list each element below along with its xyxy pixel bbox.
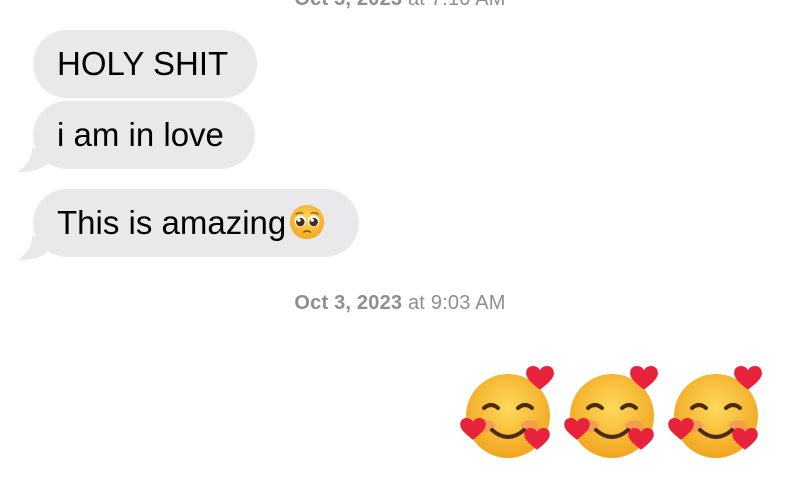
message-thread: Oct 3, 2023 at 7:10 AM HOLY SHIT i am in… <box>0 0 800 501</box>
timestamp-time: at 9:03 AM <box>407 292 506 314</box>
received-message-bubble[interactable]: This is amazing <box>33 189 359 257</box>
smiling-face-with-hearts-icon <box>564 366 658 458</box>
timestamp-middle: Oct 3, 2023 at 9:03 AM <box>0 292 800 315</box>
received-message-bubble[interactable]: i am in love <box>33 101 255 169</box>
received-message-bubble[interactable]: HOLY SHIT <box>33 30 257 98</box>
message-text: HOLY SHIT <box>57 45 229 82</box>
message-text: i am in love <box>57 116 224 153</box>
pleading-face-icon <box>290 205 325 240</box>
smiling-face-with-hearts-icon <box>668 366 762 458</box>
bubble-tail <box>18 236 50 261</box>
message-text: This is amazing <box>57 204 287 241</box>
smiling-face-with-hearts-icon <box>460 366 554 458</box>
timestamp-date: Oct 3, 2023 <box>294 0 402 10</box>
timestamp-top: Oct 3, 2023 at 7:10 AM <box>0 0 800 11</box>
bubble-tail <box>18 148 50 173</box>
timestamp-time: at 7:10 AM <box>408 0 506 10</box>
sent-emoji-message[interactable] <box>460 364 770 464</box>
timestamp-date: Oct 3, 2023 <box>294 292 403 314</box>
